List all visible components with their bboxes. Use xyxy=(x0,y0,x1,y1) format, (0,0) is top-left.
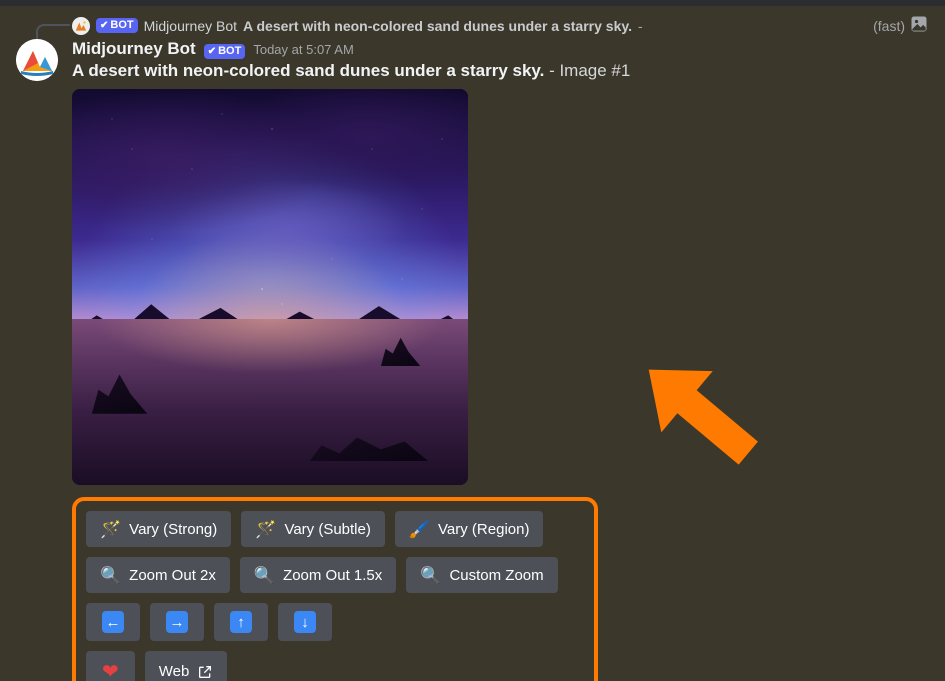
heart-icon: ❤ xyxy=(102,659,119,681)
arrow-down-icon: ↓ xyxy=(294,611,316,633)
magnifier-icon: 🔍 xyxy=(254,567,275,584)
prompt-text: A desert with neon-colored sand dunes un… xyxy=(72,61,544,80)
reply-username[interactable]: Midjourney Bot xyxy=(144,18,237,34)
vary-region-button[interactable]: 🖌️ Vary (Region) xyxy=(395,511,544,547)
message-content: A desert with neon-colored sand dunes un… xyxy=(72,61,929,81)
magnifier-icon: 🔍 xyxy=(100,567,121,584)
reply-suffix: - xyxy=(638,18,643,34)
reply-content[interactable]: A desert with neon-colored sand dunes un… xyxy=(243,18,632,34)
arrow-up-icon: ↑ xyxy=(230,611,252,633)
button-label: Zoom Out 2x xyxy=(129,567,216,584)
image-attachment-icon xyxy=(909,14,929,37)
pan-up-button[interactable]: ↑ xyxy=(214,603,268,641)
button-label: Custom Zoom xyxy=(449,567,543,584)
bot-tag-text: BOT xyxy=(218,44,241,59)
web-button[interactable]: Web xyxy=(145,651,228,681)
author-avatar[interactable] xyxy=(16,39,58,81)
arrow-right-icon: → xyxy=(166,611,188,633)
magnifier-icon: 🔍 xyxy=(420,567,441,584)
button-label: Vary (Subtle) xyxy=(284,521,370,538)
sparkle-wand-icon: 🪄 xyxy=(100,521,121,538)
bot-tag-reply: ✔BOT xyxy=(96,18,138,33)
bot-tag: ✔BOT xyxy=(204,44,246,59)
favorite-button[interactable]: ❤ xyxy=(86,651,135,681)
reply-avatar xyxy=(72,17,90,35)
verified-check-icon: ✔ xyxy=(208,44,216,59)
generated-image[interactable] xyxy=(72,89,468,485)
button-label: Vary (Region) xyxy=(438,521,529,538)
external-link-icon xyxy=(197,664,213,680)
custom-zoom-button[interactable]: 🔍 Custom Zoom xyxy=(406,557,557,593)
pan-right-button[interactable]: → xyxy=(150,603,204,641)
arrow-left-icon: ← xyxy=(102,611,124,633)
image-number-suffix: - Image #1 xyxy=(544,61,630,80)
button-label: Web xyxy=(159,663,190,680)
action-buttons-highlight: 🪄 Vary (Strong) 🪄 Vary (Subtle) 🖌️ Vary (Re… xyxy=(72,497,598,681)
button-label: Zoom Out 1.5x xyxy=(283,567,382,584)
zoom-out-1-5x-button[interactable]: 🔍 Zoom Out 1.5x xyxy=(240,557,396,593)
vary-strong-button[interactable]: 🪄 Vary (Strong) xyxy=(86,511,231,547)
pan-left-button[interactable]: ← xyxy=(86,603,140,641)
author-username[interactable]: Midjourney Bot xyxy=(72,39,196,59)
zoom-out-2x-button[interactable]: 🔍 Zoom Out 2x xyxy=(86,557,230,593)
sparkle-wand-icon: 🪄 xyxy=(255,521,276,538)
reply-meta-text: (fast) xyxy=(873,18,905,34)
message-timestamp: Today at 5:07 AM xyxy=(253,42,353,57)
brush-icon: 🖌️ xyxy=(409,521,430,538)
bot-tag-text: BOT xyxy=(110,18,133,33)
button-label: Vary (Strong) xyxy=(129,521,217,538)
reply-reference[interactable]: ✔BOT Midjourney Bot A desert with neon-c… xyxy=(72,14,929,37)
pan-down-button[interactable]: ↓ xyxy=(278,603,332,641)
vary-subtle-button[interactable]: 🪄 Vary (Subtle) xyxy=(241,511,385,547)
verified-check-icon: ✔ xyxy=(100,18,108,33)
